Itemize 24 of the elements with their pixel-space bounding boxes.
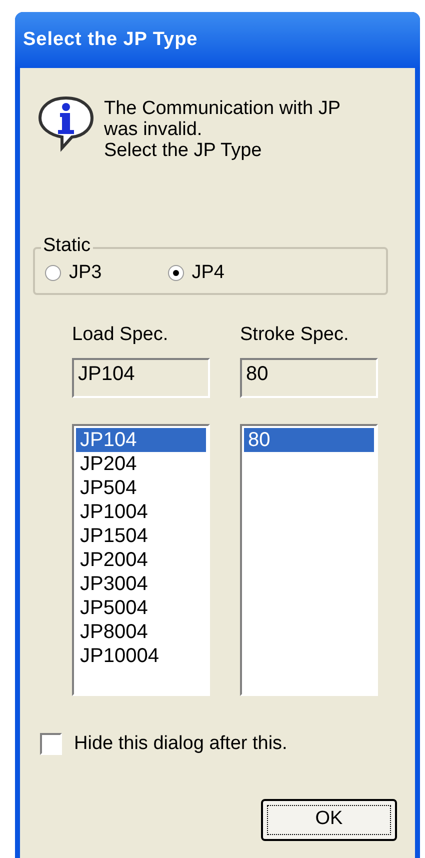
list-item[interactable]: JP2004 bbox=[76, 548, 206, 572]
window-title: Select the JP Type bbox=[23, 28, 198, 52]
checkbox[interactable] bbox=[40, 733, 62, 756]
radio-button[interactable]: JP3 bbox=[45, 263, 102, 282]
spec-field: 80 bbox=[240, 358, 378, 398]
spec-label: Stroke Spec. bbox=[240, 325, 349, 344]
checkbox-label: Hide this dialog after this. bbox=[74, 732, 288, 756]
radio-button[interactable]: JP4 bbox=[168, 263, 224, 282]
list-item[interactable]: JP3004 bbox=[76, 572, 206, 596]
list-item[interactable]: JP1504 bbox=[76, 524, 206, 548]
list-item[interactable]: JP10004 bbox=[76, 644, 206, 668]
list-item[interactable]: JP1004 bbox=[76, 500, 206, 524]
message-text: was invalid. bbox=[104, 119, 204, 140]
list-item[interactable]: JP8004 bbox=[76, 620, 206, 644]
list-item[interactable]: JP5004 bbox=[76, 596, 206, 620]
message-text: The Communication with JP bbox=[104, 98, 341, 119]
ok-button[interactable]: OK bbox=[261, 798, 397, 840]
message-text: Select the JP Type bbox=[104, 140, 263, 161]
spec-field: JP104 bbox=[72, 358, 210, 398]
list-item[interactable]: JP204 bbox=[76, 452, 206, 476]
list-item[interactable]: 80 bbox=[244, 428, 374, 452]
spec-label: Load Spec. bbox=[72, 325, 168, 344]
list-item[interactable]: JP104 bbox=[76, 428, 206, 452]
list-item[interactable]: JP504 bbox=[76, 476, 206, 500]
